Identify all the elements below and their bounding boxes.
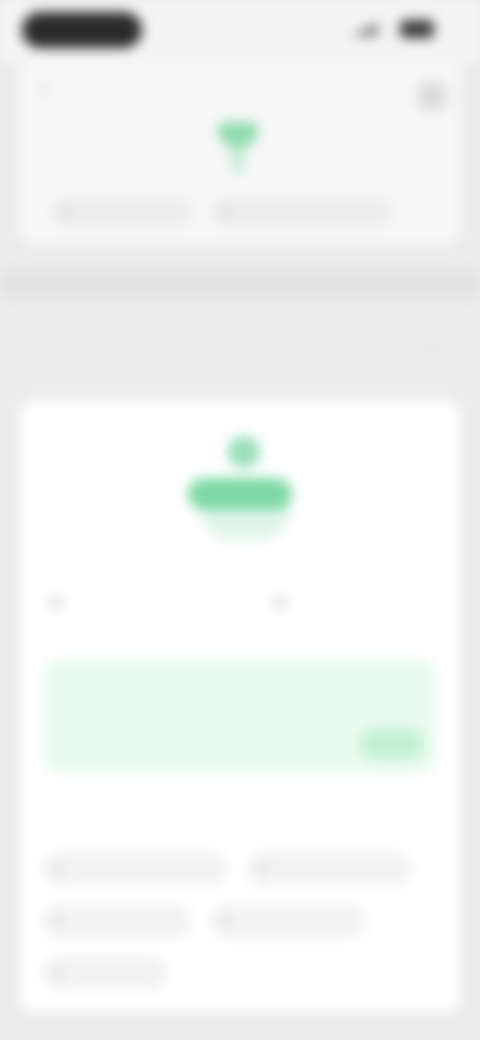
stat-item	[268, 578, 448, 634]
notice-banner[interactable]	[44, 660, 436, 772]
tag-chip[interactable]	[42, 852, 228, 886]
header-chip[interactable]	[212, 198, 392, 226]
more-icon[interactable]	[416, 80, 448, 112]
notice-button[interactable]	[360, 728, 424, 760]
stat-icon	[272, 594, 288, 610]
chip-dot-icon	[62, 208, 70, 216]
status-bar	[0, 0, 480, 64]
battery-icon	[400, 20, 434, 38]
plant-icon	[216, 118, 260, 174]
tag-dot-icon	[54, 917, 62, 925]
plant-icon	[228, 436, 260, 468]
chevron-right-icon[interactable]: ›	[430, 340, 446, 357]
tag-dot-icon	[258, 865, 266, 873]
header-chip[interactable]	[52, 198, 192, 226]
main-card	[20, 400, 460, 1012]
back-icon[interactable]: ‹	[40, 76, 68, 104]
signal-icon	[355, 24, 383, 36]
tag-chip[interactable]	[246, 852, 412, 886]
status-badge	[188, 478, 292, 510]
section-divider	[0, 270, 480, 298]
tag-dot-icon	[222, 917, 230, 925]
chip-dot-icon	[222, 208, 230, 216]
header-card: ‹	[20, 64, 460, 244]
tag-chip[interactable]	[210, 904, 366, 938]
stat-item	[44, 578, 224, 634]
status-time	[22, 12, 142, 48]
screen: ‹ ›	[0, 0, 480, 1040]
tag-chip[interactable]	[42, 904, 192, 938]
tag-chip[interactable]	[42, 956, 168, 990]
tag-dot-icon	[54, 969, 62, 977]
tag-dot-icon	[54, 865, 62, 873]
stat-icon	[48, 594, 64, 610]
